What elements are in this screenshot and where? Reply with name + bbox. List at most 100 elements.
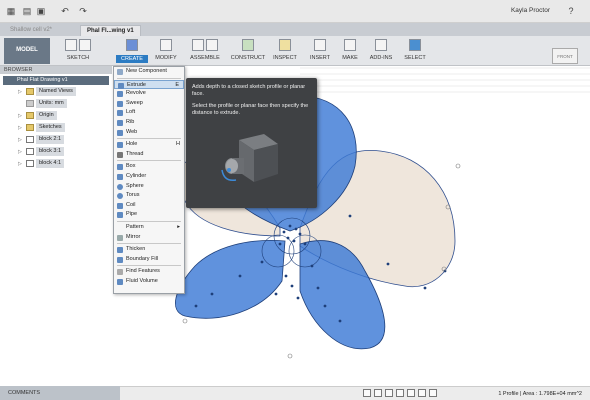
3d-print-icon[interactable] [344,39,356,51]
create-label[interactable]: CREATE [116,55,148,63]
menu-item-thread[interactable]: Thread [114,150,184,160]
browser-item-units[interactable]: Units: mm [0,99,112,109]
insert-group[interactable]: INSERT [305,37,335,65]
menu-item-sphere[interactable]: Sphere [114,182,184,192]
extrude-illustration-icon [221,134,278,182]
assemble-icon[interactable] [192,39,204,51]
undo-icon[interactable]: ↶ [60,6,70,16]
comments-panel[interactable]: COMMENTS [0,386,120,400]
expand-arrow-icon[interactable]: ▷ [18,161,22,167]
display-settings-icon[interactable] [407,389,415,397]
menu-item-loft[interactable]: Loft [114,108,184,118]
menu-item-boundary-fill[interactable]: Boundary Fill [114,255,184,265]
select-label[interactable]: SELECT [400,55,430,61]
select-group[interactable]: SELECT [400,37,430,65]
workspace-switcher[interactable]: MODEL [4,38,50,64]
extrude-icon[interactable] [126,39,138,51]
fit-icon[interactable] [396,389,404,397]
assemble-label[interactable]: ASSEMBLE [185,55,225,61]
menu-item-pipe[interactable]: Pipe [114,210,184,220]
insert-label[interactable]: INSERT [305,55,335,61]
browser-item-sketches[interactable]: ▷ Sketches [0,123,112,133]
loft-icon [117,110,123,117]
main-toolbar: MODEL SKETCH CREATE MODIFY ASSEMBLE CONS… [0,36,590,66]
help-icon[interactable]: ? [566,6,576,16]
fluid-volume-icon [117,278,123,285]
grid-settings-icon[interactable] [418,389,426,397]
modify-icon[interactable] [160,39,172,51]
browser-root-label: Phal Flat Drawing v1 [17,77,68,83]
browser-header[interactable]: BROWSER [0,66,112,74]
browser-root-component[interactable]: Phal Flat Drawing v1 [3,76,109,85]
make-label[interactable]: MAKE [338,55,362,61]
create-group[interactable]: CREATE [116,37,148,65]
redo-icon[interactable]: ↷ [78,6,88,16]
construct-label[interactable]: CONSTRUCT [228,55,268,61]
orbit-icon[interactable] [363,389,371,397]
view-cube[interactable]: FRONT [552,48,578,64]
find-features-icon [117,269,123,276]
component-icon [26,160,34,167]
make-group[interactable]: MAKE [338,37,362,65]
menu-item-extrude[interactable]: Extrude E [114,79,184,90]
joint-icon[interactable] [206,39,218,51]
measure-icon[interactable] [279,39,291,51]
browser-item-block-3[interactable]: ▷ block 3:1 [0,147,112,157]
menu-item-torus[interactable]: Torus [114,191,184,201]
menu-item-find-features[interactable]: Find Features [114,267,184,277]
menu-item-pattern[interactable]: Pattern ▸ [114,223,184,233]
menu-item-box[interactable]: Box [114,162,184,172]
modify-group[interactable]: MODIFY [150,37,182,65]
box-icon [117,164,123,171]
insert-image-icon[interactable] [314,39,326,51]
menu-item-revolve[interactable]: Revolve [114,89,184,99]
tab-shallow-cell[interactable]: Shallow cell v2* [4,25,58,36]
menu-item-web[interactable]: Web [114,128,184,138]
web-icon [117,129,123,136]
extrude-icon [118,82,124,89]
menu-item-mirror[interactable]: Mirror [114,233,184,243]
menu-item-coil[interactable]: Coil [114,201,184,211]
sketch-group[interactable]: SKETCH [58,37,98,65]
menu-item-hole[interactable]: Hole H [114,140,184,150]
select-icon[interactable] [409,39,421,51]
modify-label[interactable]: MODIFY [150,55,182,61]
save-icon[interactable]: ▣ [36,6,46,16]
expand-arrow-icon[interactable]: ▷ [18,125,22,131]
expand-arrow-icon[interactable]: ▷ [18,113,22,119]
menu-item-thicken[interactable]: Thicken [114,245,184,255]
expand-arrow-icon[interactable]: ▷ [18,137,22,143]
file-icon[interactable]: ▤ [22,6,32,16]
menu-item-fluid-volume[interactable]: Fluid Volume [114,277,184,287]
plane-icon[interactable] [242,39,254,51]
expand-arrow-icon[interactable]: ▷ [18,149,22,155]
menu-item-new-component[interactable]: New Component [114,67,184,77]
zoom-icon[interactable] [385,389,393,397]
sketch-icon[interactable] [79,39,91,51]
tab-phal-flat-drawing[interactable]: Phal Fl...wing v1 [80,25,141,36]
browser-item-block-4[interactable]: ▷ block 4:1 [0,159,112,169]
menu-item-rib[interactable]: Rib [114,118,184,128]
menu-item-sweep[interactable]: Sweep [114,99,184,109]
pan-icon[interactable] [374,389,382,397]
add-ins-label[interactable]: ADD-INS [366,55,396,61]
navigation-bar [363,389,437,397]
menu-item-cylinder[interactable]: Cylinder [114,172,184,182]
sketch-icon[interactable] [65,39,77,51]
blue-petal-left[interactable] [175,240,286,319]
viewports-icon[interactable] [429,389,437,397]
user-name[interactable]: Kayla Proctor [511,7,550,14]
grid-icon[interactable]: ▦ [6,6,16,16]
browser-item-block-2[interactable]: ▷ block 2:1 [0,135,112,145]
sketch-label[interactable]: SKETCH [58,55,98,61]
construct-group[interactable]: CONSTRUCT [228,37,268,65]
inspect-label[interactable]: INSPECT [270,55,300,61]
add-ins-icon[interactable] [375,39,387,51]
expand-arrow-icon[interactable]: ▷ [18,89,22,95]
inspect-group[interactable]: INSPECT [270,37,300,65]
add-ins-group[interactable]: ADD-INS [366,37,396,65]
browser-item-named-views[interactable]: ▷ Named Views [0,87,112,97]
folder-icon [26,124,34,131]
browser-item-origin[interactable]: ▷ Origin [0,111,112,121]
assemble-group[interactable]: ASSEMBLE [185,37,225,65]
